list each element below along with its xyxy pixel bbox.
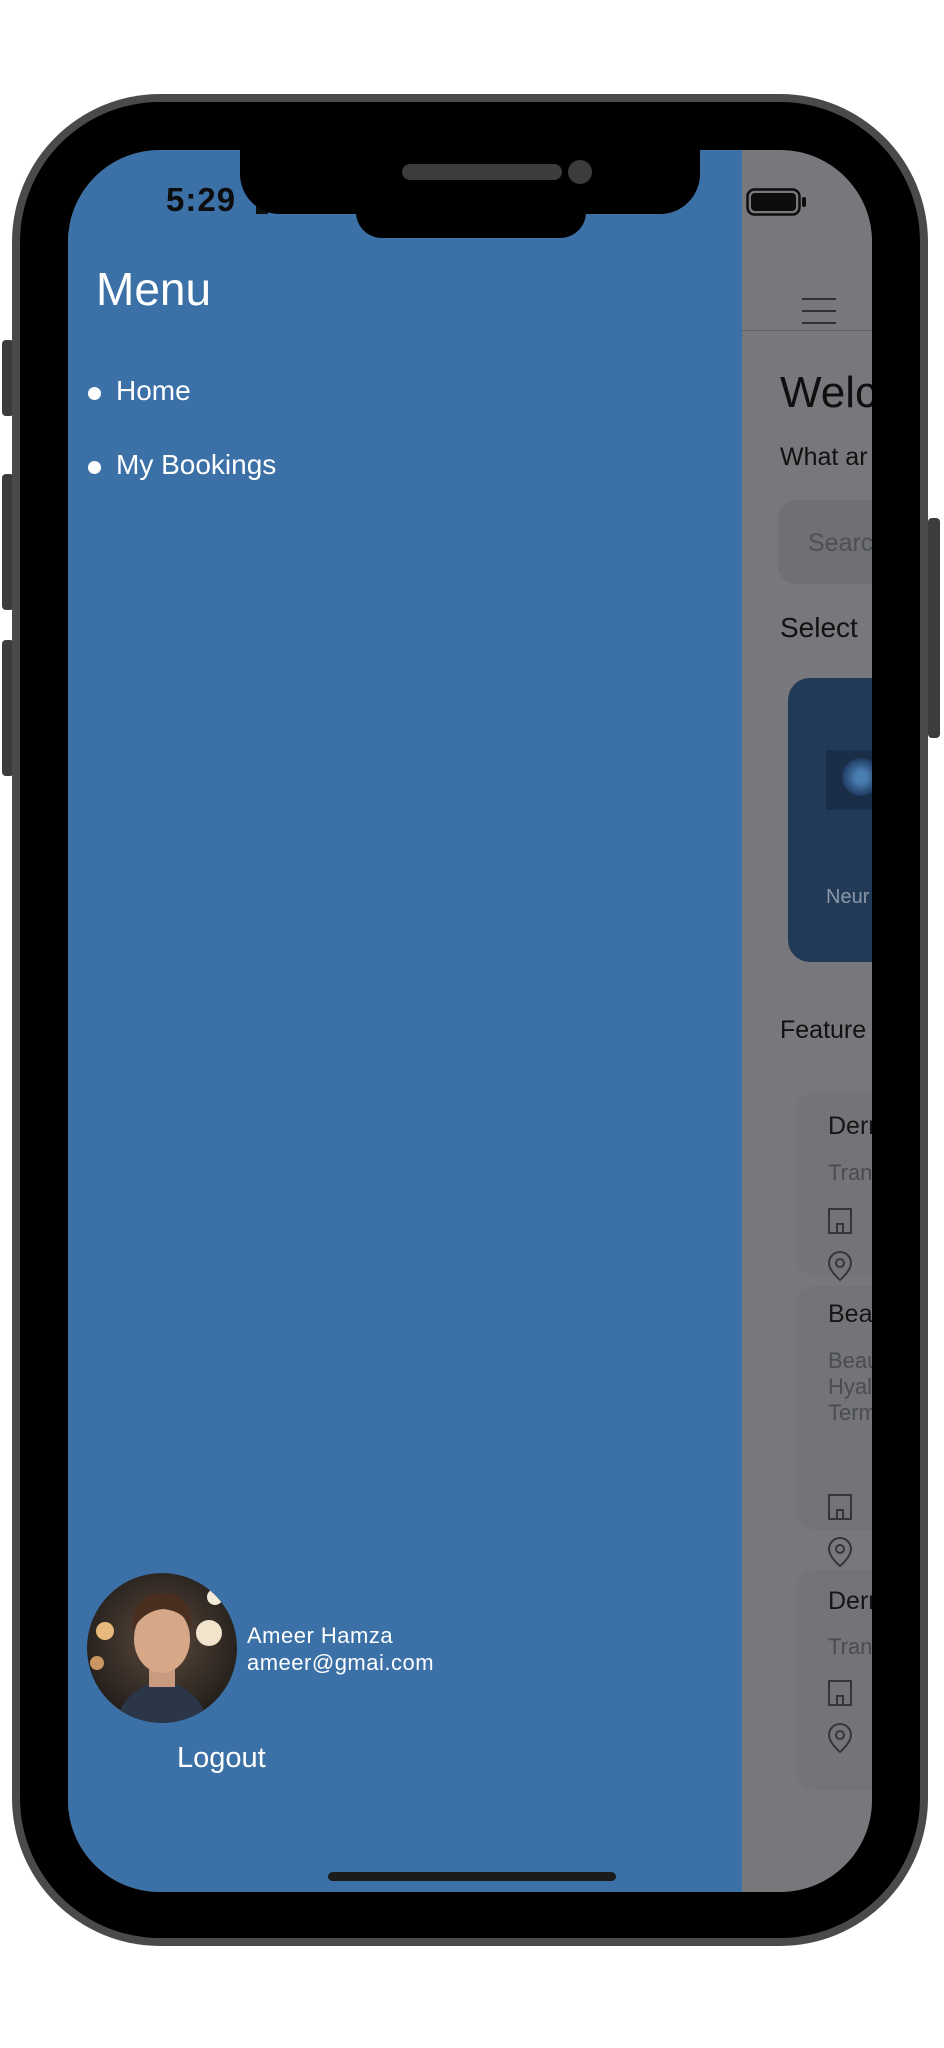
bullet-icon: [88, 387, 101, 400]
featured-card-subtitle: Tran: [828, 1160, 872, 1185]
hamburger-menu-icon[interactable]: [802, 298, 836, 324]
featured-card-title: Derr: [828, 1112, 872, 1140]
featured-card-subtitle: Term: [828, 1400, 872, 1425]
notch-lower: [356, 190, 586, 238]
avatar: [87, 1573, 237, 1723]
featured-card-subtitle: Tran: [828, 1634, 872, 1659]
featured-label: Feature: [780, 1016, 867, 1044]
drawer-item-label: My Bookings: [116, 449, 277, 480]
building-icon: [828, 1208, 852, 1234]
location-pin-icon: [827, 1536, 853, 1568]
battery-icon: [746, 188, 806, 216]
drawer-item-my-bookings[interactable]: My Bookings: [88, 443, 488, 493]
speaker-grille: [402, 164, 562, 180]
location-pin-icon: [827, 1722, 853, 1754]
featured-card-title: Derr: [828, 1587, 872, 1615]
featured-card-title: Bea: [828, 1300, 872, 1328]
brain-image: [826, 750, 872, 810]
welcome-heading: Welc: [780, 368, 872, 417]
welcome-subtitle: What ar: [780, 443, 868, 471]
drawer-title: Menu: [96, 263, 212, 315]
category-card-label: Neur: [826, 886, 870, 908]
select-category-label: Select: [780, 612, 858, 643]
category-card[interactable]: [788, 678, 872, 962]
logout-button[interactable]: Logout: [177, 1742, 266, 1775]
bullet-icon: [88, 461, 101, 474]
featured-card-subtitle: Hyal: [828, 1374, 872, 1399]
drawer-item-label: Home: [116, 375, 191, 406]
user-name: Ameer Hamza: [247, 1623, 394, 1648]
drawer-item-home[interactable]: Home: [88, 369, 488, 419]
building-icon: [828, 1680, 852, 1706]
phone-screen: Welc What ar Searc Select Neur Feature D…: [68, 150, 872, 1892]
location-pin-icon: [827, 1250, 853, 1282]
power-button: [928, 518, 940, 738]
user-email: ameer@gmai.com: [247, 1650, 435, 1675]
home-indicator[interactable]: [328, 1872, 616, 1881]
status-time: 5:29: [166, 181, 237, 218]
featured-card-subtitle: Beau: [828, 1348, 872, 1373]
header-divider: [742, 330, 872, 331]
building-icon: [828, 1494, 852, 1520]
search-placeholder: Searc: [808, 529, 872, 557]
side-drawer: 5:29 Menu Home My Bookings Ameer Hamza a…: [68, 150, 742, 1892]
front-camera: [568, 160, 592, 184]
